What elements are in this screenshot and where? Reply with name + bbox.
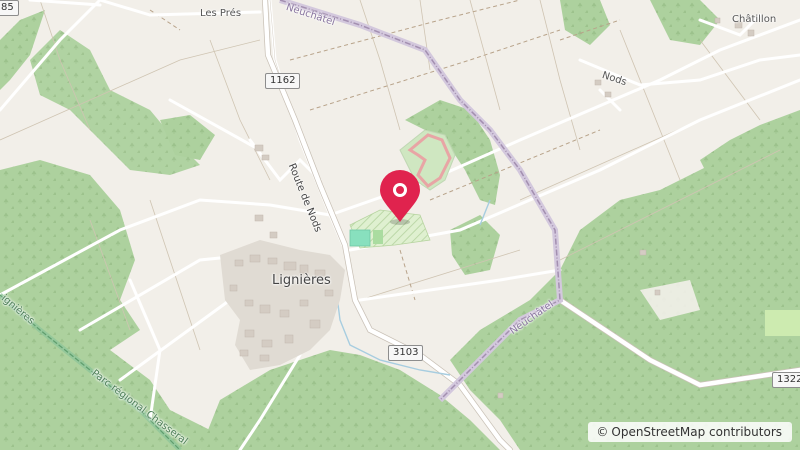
map-canvas[interactable]: Les Prés Châtillon Lignières Nods Route … bbox=[0, 0, 800, 450]
forest-top-right bbox=[560, 0, 610, 45]
forest-southwest bbox=[0, 160, 210, 450]
place-label-lignieres: Lignières bbox=[272, 273, 331, 288]
attribution-text: OpenStreetMap contributors bbox=[611, 425, 782, 439]
route-shield-1162: 1162 bbox=[265, 73, 301, 89]
place-label-chatillon: Châtillon bbox=[732, 14, 777, 25]
route-shield-85: 85 bbox=[0, 0, 19, 16]
map-attribution[interactable]: © OpenStreetMap contributors bbox=[588, 422, 792, 442]
route-shield-1322: 1322 bbox=[772, 372, 800, 388]
sports-complex bbox=[349, 209, 431, 249]
route-shield-3103: 3103 bbox=[388, 345, 424, 361]
map-layer bbox=[0, 0, 800, 450]
meadow-patch bbox=[765, 310, 800, 336]
copyright-icon: © bbox=[596, 425, 609, 439]
place-label-les-pres: Les Prés bbox=[200, 8, 242, 19]
